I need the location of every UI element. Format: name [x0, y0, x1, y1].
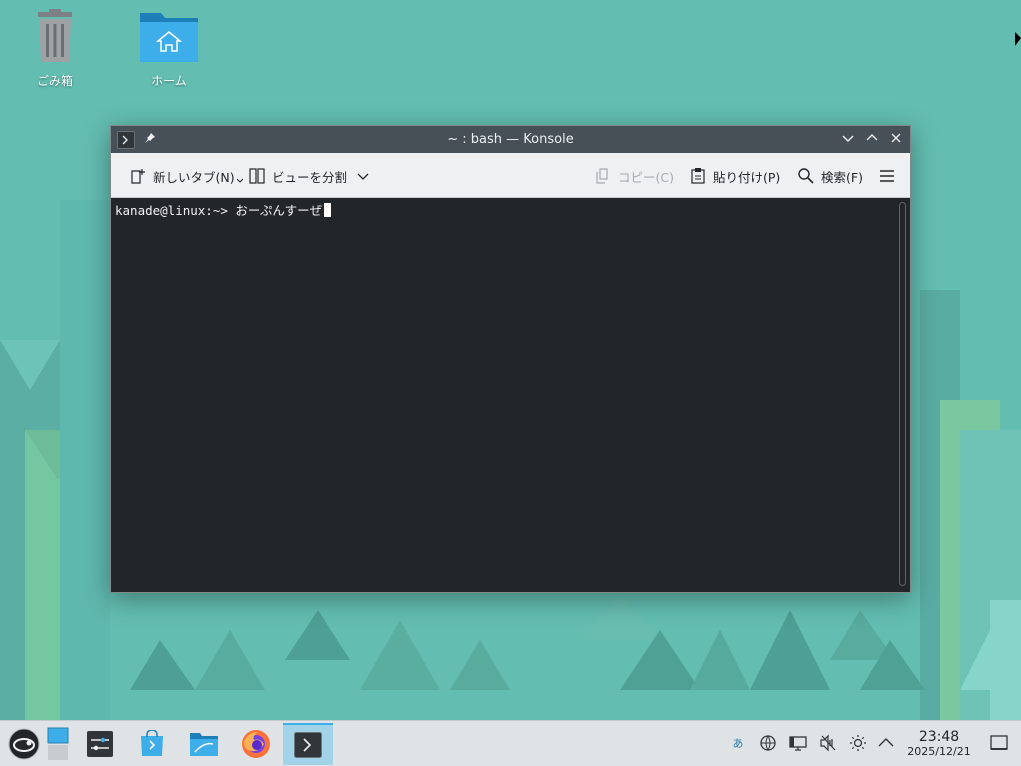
desktop-icon-label: ホーム [151, 74, 187, 88]
volume-muted-icon[interactable] [819, 734, 837, 752]
home-folder-icon [140, 13, 198, 62]
input-method-indicator[interactable]: あ [729, 734, 747, 752]
pager-icon [47, 727, 69, 760]
brightness-icon[interactable] [849, 734, 867, 752]
find-label: 検索(F) [821, 169, 863, 185]
paste-label: 貼り付け(P) [713, 169, 781, 185]
text-cursor [324, 203, 332, 217]
desktop-icon-home[interactable]: ホーム [129, 8, 209, 89]
close-button[interactable] [887, 131, 905, 149]
konsole-icon [294, 732, 322, 758]
window-titlebar[interactable]: ~ : bash — Konsole [111, 126, 910, 153]
konsole-toolbar: 新しいタブ(N) ビューを分割 コピー(C) 貼り付け(P) 検索(F) [111, 153, 910, 198]
taskbar: あ 23:48 2025/12/21 [0, 720, 1021, 766]
opensuse-launcher-icon [8, 728, 40, 760]
window-title: ~ : bash — Konsole [447, 132, 574, 147]
new-tab-label: 新しいタブ(N) [153, 169, 235, 185]
konsole-window: ~ : bash — Konsole 新しいタブ(N) ビューを分割 コピー(C… [110, 125, 911, 593]
terminal-scrollbar[interactable] [899, 202, 906, 586]
chevron-up-icon[interactable] [877, 734, 895, 752]
search-icon [798, 168, 814, 184]
hamburger-menu-button[interactable] [878, 166, 902, 186]
find-button[interactable]: 検索(F) [797, 166, 863, 186]
display-icon[interactable] [789, 734, 807, 752]
copy-label: コピー(C) [618, 169, 674, 185]
chevron-down-icon[interactable] [357, 170, 369, 182]
firefox-icon [242, 730, 270, 758]
show-desktop-icon [990, 735, 1008, 750]
split-view-icon [249, 168, 265, 184]
application-launcher[interactable] [2, 723, 46, 765]
new-tab-icon [131, 169, 145, 184]
desktop-icon-label: ごみ箱 [36, 74, 73, 88]
new-tab-button[interactable]: 新しいタブ(N) [129, 166, 243, 186]
split-view-label: ビューを分割 [272, 169, 348, 185]
taskbar-discover[interactable] [130, 723, 174, 765]
dropdown-indicator-icon [236, 178, 243, 183]
taskbar-system-settings[interactable] [78, 723, 122, 765]
terminal-prompt: kanade@linux:~> [115, 203, 228, 218]
taskbar-dolphin[interactable] [182, 723, 226, 765]
maximize-button[interactable] [863, 131, 881, 149]
trash-icon [38, 9, 72, 62]
show-desktop-button[interactable] [990, 734, 1008, 752]
taskbar-firefox[interactable] [234, 723, 278, 765]
terminal-area[interactable]: kanade@linux:~> おーぷんすーぜ [111, 198, 910, 592]
desktop-icon-trash[interactable]: ごみ箱 [15, 8, 95, 89]
hamburger-menu-icon [880, 170, 894, 182]
digital-clock[interactable]: 23:48 2025/12/21 [903, 729, 975, 759]
paste-icon [691, 168, 705, 184]
system-settings-icon [87, 731, 113, 757]
network-icon[interactable] [759, 734, 777, 752]
copy-button[interactable]: コピー(C) [594, 166, 674, 186]
terminal-input: おーぷんすーぜ [235, 203, 323, 218]
terminal-line: kanade@linux:~> おーぷんすーぜ [115, 200, 332, 219]
mouse-pointer-icon [1015, 32, 1021, 46]
minimize-button[interactable] [839, 131, 857, 149]
paste-button[interactable]: 貼り付け(P) [689, 166, 780, 186]
split-view-button[interactable]: ビューを分割 [248, 166, 375, 186]
virtual-desktop-pager[interactable] [42, 723, 74, 765]
taskbar-konsole[interactable] [283, 723, 333, 765]
dolphin-icon [190, 733, 218, 756]
clock-time: 23:48 [918, 729, 960, 745]
copy-icon [596, 168, 608, 184]
discover-icon [141, 730, 163, 756]
clock-date: 2025/12/21 [907, 745, 971, 758]
